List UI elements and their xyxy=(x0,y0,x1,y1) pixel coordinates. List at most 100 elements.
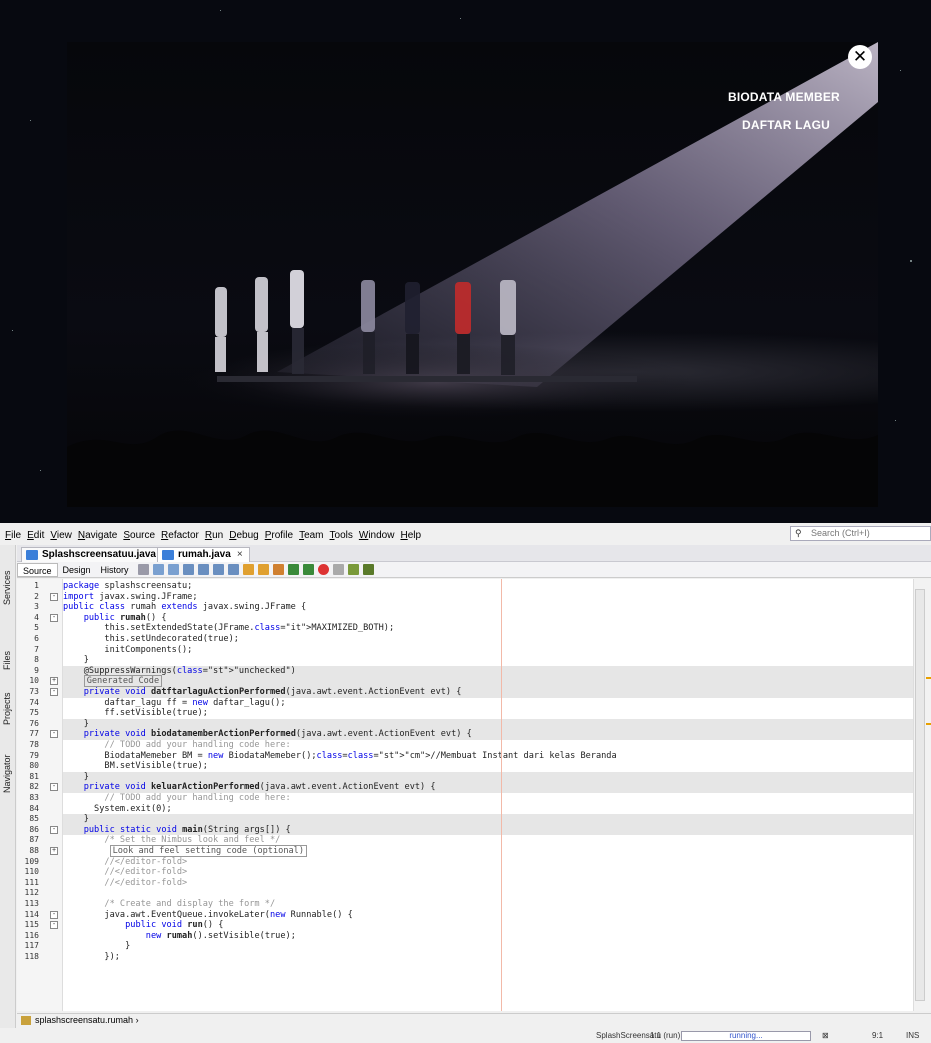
comment-icon[interactable] xyxy=(347,564,359,575)
toggle-highlight-icon[interactable] xyxy=(227,564,239,575)
code-line[interactable]: //</editor-fold> xyxy=(63,857,913,868)
menu-team[interactable]: Team xyxy=(299,530,323,541)
code-line[interactable]: //</editor-fold> xyxy=(63,867,913,878)
code-line[interactable]: java.awt.EventQueue.invokeLater(new Runn… xyxy=(63,910,913,921)
fold-toggle-icon[interactable]: - xyxy=(50,613,58,622)
menu-window[interactable]: Window xyxy=(359,530,395,541)
fold-toggle-icon[interactable]: - xyxy=(50,921,58,930)
fold-toggle-icon[interactable]: - xyxy=(50,730,58,739)
cancel-progress-icon[interactable]: ⊠ xyxy=(822,1028,829,1043)
code-line[interactable]: // TODO add your handling code here: xyxy=(63,793,913,804)
tab-source[interactable]: Source xyxy=(17,562,58,577)
menu-edit[interactable]: Edit xyxy=(27,530,44,541)
side-tab-files[interactable]: Files xyxy=(2,651,12,670)
uncomment-icon[interactable] xyxy=(362,564,374,575)
code-line[interactable]: public static void main(String args[]) { xyxy=(63,824,913,836)
line-number: 84 xyxy=(29,803,39,813)
daftar-lagu-link[interactable]: DAFTAR LAGU xyxy=(742,118,830,132)
bookmark-icon[interactable] xyxy=(242,564,254,575)
side-tab-navigator[interactable]: Navigator xyxy=(2,754,12,793)
code-line[interactable]: this.setExtendedState(JFrame.class="it">… xyxy=(63,623,913,634)
fold-toggle-icon[interactable]: - xyxy=(50,910,58,919)
code-line[interactable]: new rumah().setVisible(true); xyxy=(63,931,913,942)
code-line[interactable]: /* Create and display the form */ xyxy=(63,899,913,910)
code-line[interactable]: }); xyxy=(63,952,913,963)
side-tab-projects[interactable]: Projects xyxy=(2,692,12,725)
tab-splashscreensatuu-java[interactable]: Splashscreensatuu.java× xyxy=(21,547,175,562)
line-number: 4 xyxy=(34,612,39,622)
code-line[interactable]: } xyxy=(63,771,913,783)
menu-file[interactable]: File xyxy=(5,530,21,541)
code-line[interactable]: package splashscreensatu; xyxy=(63,581,913,592)
fold-toggle-icon[interactable]: + xyxy=(50,847,58,855)
code-line[interactable]: public void run() { xyxy=(63,920,913,931)
code-line[interactable]: public class rumah extends javax.swing.J… xyxy=(63,602,913,613)
code-line[interactable]: BiodataMemeber BM = new BiodataMemeber()… xyxy=(63,751,913,762)
find-icon[interactable] xyxy=(182,564,194,575)
code-line[interactable]: } xyxy=(63,655,913,666)
last-edit-icon[interactable] xyxy=(137,564,149,575)
fold-toggle-icon[interactable]: - xyxy=(50,592,58,601)
error-stripe-mark[interactable] xyxy=(926,677,931,679)
code-line[interactable]: Generated Code xyxy=(63,675,913,688)
code-line[interactable]: private void keluarActionPerformed(java.… xyxy=(63,782,913,793)
start-macro-icon[interactable] xyxy=(317,564,329,575)
code-line[interactable]: //</editor-fold> xyxy=(63,878,913,889)
fold-toggle-icon[interactable]: - xyxy=(50,783,58,792)
code-line[interactable]: @SuppressWarnings(class="st">"unchecked"… xyxy=(63,665,913,677)
code-line[interactable]: BM.setVisible(true); xyxy=(63,761,913,772)
menu-help[interactable]: Help xyxy=(400,530,421,541)
code-line[interactable]: public rumah() { xyxy=(63,613,913,624)
shift-right-icon[interactable] xyxy=(302,564,314,575)
code-line[interactable]: this.setUndecorated(true); xyxy=(63,634,913,645)
menu-tools[interactable]: Tools xyxy=(330,530,353,541)
stop-macro-icon[interactable] xyxy=(332,564,344,575)
code-line[interactable]: // TODO add your handling code here: xyxy=(63,740,913,751)
close-tab-icon[interactable]: × xyxy=(237,549,243,560)
shift-left-icon[interactable] xyxy=(287,564,299,575)
code-line[interactable]: } xyxy=(63,814,913,825)
code-line[interactable]: } xyxy=(63,718,913,730)
find-next-icon[interactable] xyxy=(212,564,224,575)
code-line[interactable] xyxy=(63,888,913,899)
menu-view[interactable]: View xyxy=(50,530,72,541)
line-number: 76 xyxy=(29,718,39,728)
code-line[interactable]: Look and feel setting code (optional) xyxy=(63,845,913,857)
fold-toggle-icon[interactable]: + xyxy=(50,677,58,686)
code-line[interactable]: ff.setVisible(true); xyxy=(63,708,913,719)
breadcrumb-path[interactable]: splashscreensatu.rumah xyxy=(35,1015,133,1025)
code-line[interactable]: initComponents(); xyxy=(63,645,913,656)
back-icon[interactable] xyxy=(152,564,164,575)
forward-icon[interactable] xyxy=(167,564,179,575)
find-previous-icon[interactable] xyxy=(197,564,209,575)
code-editor[interactable]: package splashscreensatu; import javax.sw… xyxy=(63,579,913,1011)
code-line[interactable]: daftar_lagu ff = new daftar_lagu(); xyxy=(63,698,913,709)
previous-bookmark-icon[interactable] xyxy=(257,564,269,575)
menu-run[interactable]: Run xyxy=(205,530,223,541)
code-line[interactable]: } xyxy=(63,941,913,952)
menu-source[interactable]: Source xyxy=(123,530,155,541)
line-number: 110 xyxy=(24,867,39,877)
menu-debug[interactable]: Debug xyxy=(229,530,258,541)
next-bookmark-icon[interactable] xyxy=(272,564,284,575)
fold-toggle-icon[interactable]: - xyxy=(50,688,58,696)
scrollbar-thumb[interactable] xyxy=(915,589,925,1001)
close-icon[interactable]: ✕ xyxy=(848,45,872,69)
line-number: 3 xyxy=(34,602,39,612)
tab-history[interactable]: History xyxy=(96,563,134,577)
code-line[interactable]: private void biodatamemberActionPerforme… xyxy=(63,729,913,740)
biodata-member-link[interactable]: BIODATA MEMBER xyxy=(728,90,840,104)
menu-navigate[interactable]: Navigate xyxy=(78,530,117,541)
netbeans-ide: File Edit View Navigate Source Refactor … xyxy=(0,523,931,1043)
search-input[interactable]: ⚲ Search (Ctrl+I) xyxy=(790,526,931,541)
code-line[interactable]: private void datftarlaguActionPerformed(… xyxy=(63,687,913,698)
menu-profile[interactable]: Profile xyxy=(265,530,293,541)
menu-refactor[interactable]: Refactor xyxy=(161,530,199,541)
side-tab-services[interactable]: Services xyxy=(2,570,12,605)
fold-toggle-icon[interactable]: - xyxy=(50,825,58,834)
tab-rumah-java[interactable]: rumah.java × xyxy=(157,547,250,562)
code-line[interactable]: System.exit(0); xyxy=(63,804,913,815)
error-stripe-mark[interactable] xyxy=(926,723,931,725)
tab-design[interactable]: Design xyxy=(58,563,96,577)
code-line[interactable]: import javax.swing.JFrame; xyxy=(63,592,913,603)
